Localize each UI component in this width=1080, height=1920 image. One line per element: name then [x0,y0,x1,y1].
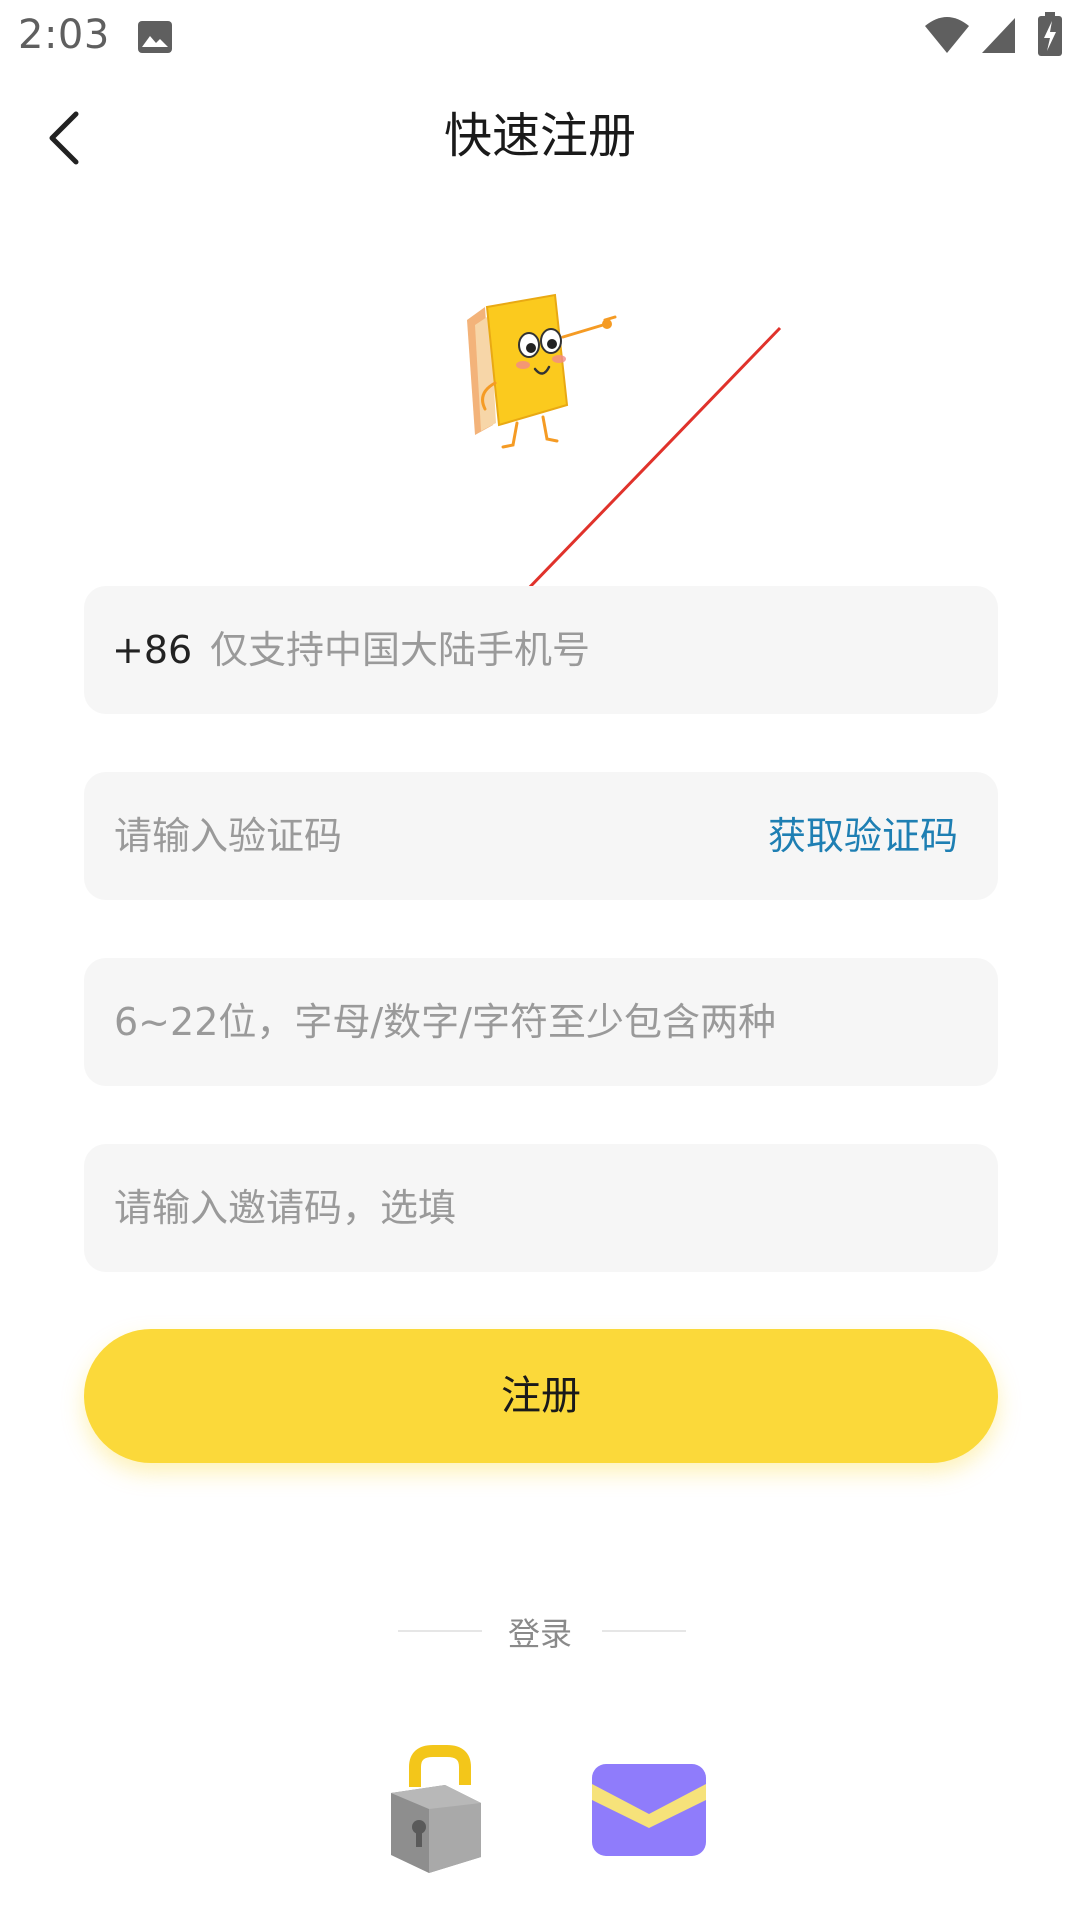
page-title: 快速注册 [443,108,636,164]
wifi-icon [925,17,969,53]
phone-field: +86 [84,586,998,714]
register-screen: 2:03 快速注册 +86 仅支持中国大陆手机号 请输入验证码 获取验证码 请输… [0,0,1080,1920]
invite-code-field [84,1144,998,1272]
get-code-button[interactable]: 获取验证码 [768,772,958,900]
lock-icon[interactable] [385,1745,485,1875]
password-field [84,958,998,1086]
battery-charging-icon [1038,12,1062,56]
cell-signal-icon [982,18,1015,53]
verification-code-field: 获取验证码 [84,772,998,900]
verification-code-input[interactable] [112,772,732,900]
login-link[interactable]: 登录 [0,1609,1080,1655]
status-time: 2:03 [18,12,110,58]
book-mascot-illustration [467,293,617,449]
phone-input[interactable] [208,586,968,714]
mail-icon[interactable] [590,1762,708,1858]
divider-line-right [602,1630,686,1632]
country-code-prefix[interactable]: +86 [112,586,192,714]
status-bar: 2:03 [0,0,1080,75]
password-input[interactable] [112,958,972,1086]
register-button[interactable]: 注册 [84,1329,998,1463]
image-icon [138,21,172,53]
invite-code-input[interactable] [112,1144,972,1272]
login-divider: 登录 [0,1605,1080,1655]
